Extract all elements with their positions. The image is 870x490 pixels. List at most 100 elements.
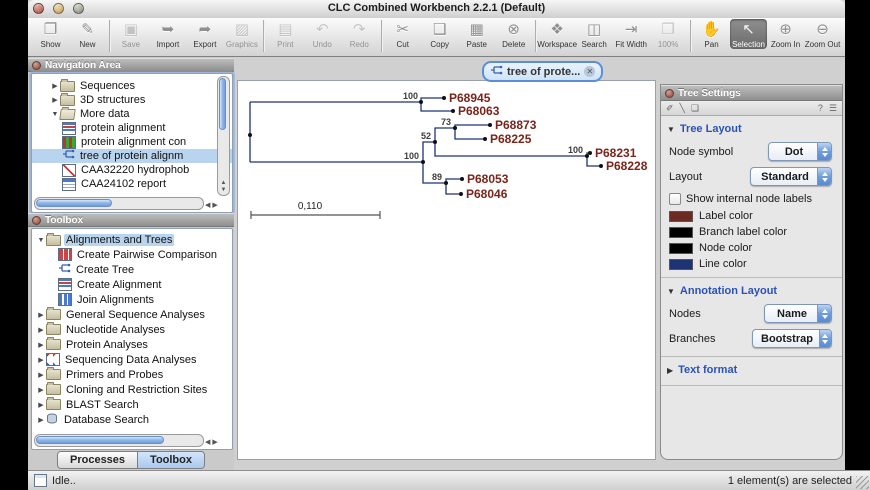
scrollbar-thumb[interactable] — [219, 78, 226, 130]
toolbox-header[interactable]: Toolbox — [28, 213, 234, 227]
leaf-label[interactable]: P68063 — [458, 104, 500, 118]
zoom-out-button[interactable]: ⊖ Zoom Out — [804, 19, 841, 49]
label-color-row[interactable]: Label color — [661, 208, 842, 224]
preferences-list-icon[interactable]: ☰ — [829, 103, 837, 114]
close-tab-icon[interactable]: ✕ — [584, 66, 596, 77]
scrollbar-thumb[interactable] — [36, 199, 112, 207]
toolbox-item-join-alignments[interactable]: Join Alignments — [32, 292, 232, 307]
branch-label-color-row[interactable]: Branch label color — [661, 224, 842, 240]
leaf-label[interactable]: P68231 — [595, 146, 637, 160]
leaf-label[interactable]: P68873 — [495, 118, 537, 132]
node-symbol-select[interactable]: Dot — [768, 142, 832, 161]
disclosure-collapsed-icon[interactable]: ▶ — [50, 82, 60, 90]
disclosure-expanded-icon[interactable]: ▼ — [50, 111, 60, 118]
tree-settings-header[interactable]: Tree Settings — [661, 85, 842, 101]
help-icon[interactable]: ? — [818, 103, 823, 113]
tab-processes[interactable]: Processes — [57, 452, 138, 468]
checkbox-icon[interactable] — [669, 193, 681, 205]
paste-button[interactable]: ▦ Paste — [458, 19, 495, 49]
line-color-swatch[interactable] — [669, 258, 693, 270]
leaf-label[interactable]: P68945 — [449, 91, 491, 105]
label-color-swatch[interactable] — [669, 210, 693, 222]
disclosure-collapsed-icon[interactable]: ▶ — [36, 341, 46, 349]
disclosure-collapsed-icon[interactable]: ▶ — [36, 311, 46, 319]
nav-horizontal-scrollbar[interactable] — [34, 197, 204, 210]
export-button[interactable]: ➦ Export — [186, 19, 223, 49]
nav-item-tree-of-protein-alignment[interactable]: tree of protein alignm — [32, 149, 232, 163]
branches-select[interactable]: Bootstrap — [752, 329, 832, 348]
disclosure-collapsed-icon[interactable]: ▶ — [36, 386, 46, 394]
show-internal-node-labels-option[interactable]: Show internal node labels — [661, 189, 842, 208]
tab-toolbox[interactable]: Toolbox — [137, 452, 205, 468]
show-button[interactable]: ❐ Show — [32, 19, 69, 49]
toolbox-item-create-alignment[interactable]: Create Alignment — [32, 277, 232, 292]
copy-button[interactable]: ❑ Copy — [421, 19, 458, 49]
line-tool-icon[interactable]: ╲ — [680, 103, 685, 114]
disclosure-collapsed-icon[interactable]: ▶ — [36, 401, 46, 409]
scroll-right-icon[interactable]: ▶ — [212, 201, 217, 209]
section-text-format[interactable]: ▶ Text format — [661, 357, 842, 380]
save-button[interactable]: ▣ Save — [112, 19, 149, 49]
scroll-arrows[interactable]: ◀ ▶ — [205, 436, 229, 447]
disclosure-collapsed-icon[interactable]: ▶ — [36, 356, 46, 364]
navigation-area-header[interactable]: Navigation Area — [28, 58, 234, 72]
cut-button[interactable]: ✂ Cut — [384, 19, 421, 49]
workspace-button[interactable]: ❖ Workspace — [537, 19, 577, 49]
selection-button[interactable]: ↖ Selection — [730, 19, 768, 49]
scroll-arrows[interactable]: ▲ ▼ — [218, 180, 229, 194]
toolbox-item-blast-search[interactable]: ▶ BLAST Search — [32, 397, 232, 412]
tree-view-canvas[interactable]: P68945 P68063 P68873 P68225 P68231 P6822… — [237, 80, 656, 460]
leaf-label[interactable]: P68046 — [466, 187, 508, 201]
toolbox-item-sequencing-data-analyses[interactable]: ▶ Sequencing Data Analyses — [32, 352, 232, 367]
fit-width-button[interactable]: ⇥ Fit Width — [613, 19, 650, 49]
nav-item-protein-alignment[interactable]: protein alignment — [32, 121, 232, 135]
line-color-row[interactable]: Line color — [661, 256, 842, 272]
node-color-row[interactable]: Node color — [661, 240, 842, 256]
leaf-label[interactable]: P68225 — [490, 132, 532, 146]
toolbox-item-database-search[interactable]: ▶ Database Search — [32, 412, 232, 427]
search-button[interactable]: ◫ Search — [576, 19, 613, 49]
toolbox-item-general-sequence-analyses[interactable]: ▶ General Sequence Analyses — [32, 307, 232, 322]
leaf-label[interactable]: P68228 — [606, 159, 648, 173]
undo-button[interactable]: ↶ Undo — [304, 19, 341, 49]
redo-button[interactable]: ↷ Redo — [341, 19, 378, 49]
delete-button[interactable]: ⊗ Delete — [495, 19, 532, 49]
toolbox-item-create-tree[interactable]: Create Tree — [32, 262, 232, 277]
nav-item-sequences[interactable]: ▶ Sequences — [32, 78, 232, 93]
nav-item-3d-structures[interactable]: ▶ 3D structures — [32, 92, 232, 107]
disclosure-collapsed-icon[interactable]: ▶ — [667, 366, 673, 375]
scroll-left-icon[interactable]: ◀ — [205, 438, 210, 446]
section-tree-layout[interactable]: ▼ Tree Layout — [661, 116, 842, 139]
scroll-left-icon[interactable]: ◀ — [205, 201, 210, 209]
disclosure-collapsed-icon[interactable]: ▶ — [36, 416, 46, 424]
toolbox-item-alignments-and-trees[interactable]: ▼ Alignments and Trees — [32, 232, 232, 247]
scroll-arrows[interactable]: ◀ ▶ — [205, 199, 229, 210]
nav-item-more-data[interactable]: ▼ More data — [32, 107, 232, 121]
resize-grip[interactable] — [856, 476, 869, 489]
branch-label-color-swatch[interactable] — [669, 226, 693, 238]
document-tab[interactable]: tree of prote... ✕ — [482, 61, 604, 82]
import-button[interactable]: ➥ Import — [149, 19, 186, 49]
zoom-100-button[interactable]: ❒ 100% — [650, 19, 687, 49]
nav-item-caa24102-report[interactable]: CAA24102 report — [32, 177, 232, 191]
toolbox-item-create-pairwise-comparison[interactable]: Create Pairwise Comparison — [32, 247, 232, 262]
nodes-select[interactable]: Name — [764, 304, 832, 323]
toolbox-item-cloning-and-restriction-sites[interactable]: ▶ Cloning and Restriction Sites — [32, 382, 232, 397]
disclosure-expanded-icon[interactable]: ▼ — [667, 287, 675, 296]
pointer-tool-icon[interactable]: ✐ — [666, 103, 674, 114]
toolbox-item-primers-and-probes[interactable]: ▶ Primers and Probes — [32, 367, 232, 382]
disclosure-expanded-icon[interactable]: ▼ — [667, 125, 675, 134]
zoom-in-button[interactable]: ⊕ Zoom In — [767, 19, 804, 49]
toolbox-horizontal-scrollbar[interactable] — [34, 434, 204, 447]
disclosure-expanded-icon[interactable]: ▼ — [36, 237, 46, 244]
leaf-label[interactable]: P68053 — [467, 172, 509, 186]
nav-vertical-scrollbar[interactable] — [217, 76, 230, 196]
print-button[interactable]: ▤ Print — [267, 19, 304, 49]
graphics-button[interactable]: ▨ Graphics — [223, 19, 260, 49]
section-annotation-layout[interactable]: ▼ Annotation Layout — [661, 278, 842, 301]
pan-button[interactable]: ✋ Pan — [693, 19, 730, 49]
toolbox-item-protein-analyses[interactable]: ▶ Protein Analyses — [32, 337, 232, 352]
nav-item-caa32220-hydrophobicity[interactable]: CAA32220 hydrophob — [32, 163, 232, 177]
disclosure-collapsed-icon[interactable]: ▶ — [36, 326, 46, 334]
disclosure-collapsed-icon[interactable]: ▶ — [36, 371, 46, 379]
